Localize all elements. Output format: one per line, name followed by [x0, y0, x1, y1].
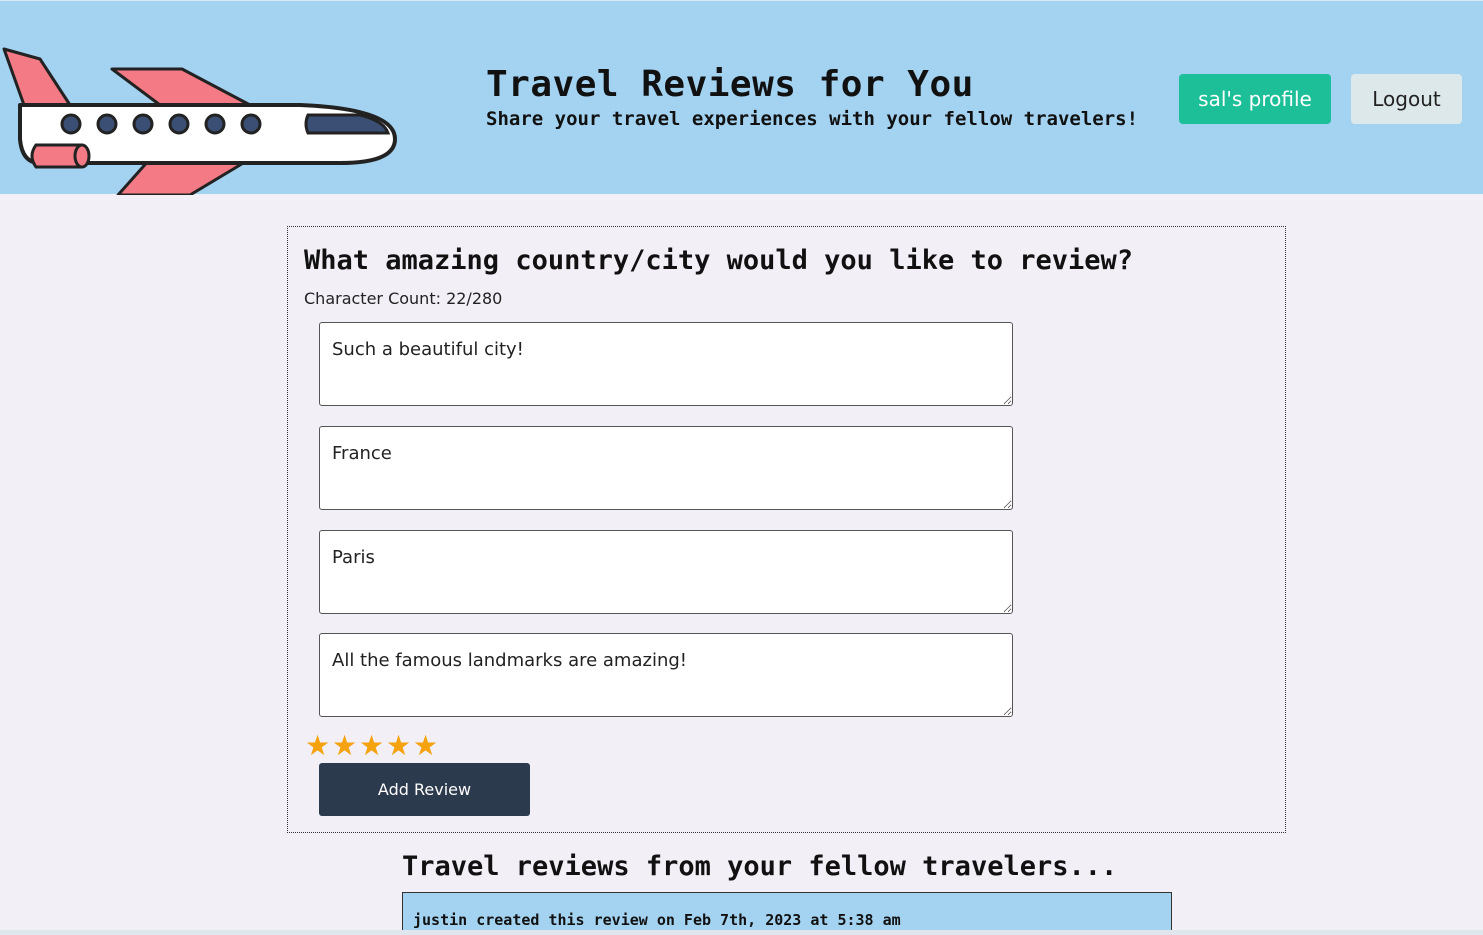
review-text-field[interactable]: Such a beautiful city! [319, 322, 1013, 406]
title-block: Travel Reviews for You Share your travel… [486, 63, 1138, 131]
star-icon[interactable]: ★ [331, 732, 358, 760]
horizontal-scrollbar[interactable] [0, 930, 1483, 935]
site-header: Travel Reviews for You Share your travel… [0, 0, 1483, 195]
highlights-field[interactable]: All the famous landmarks are amazing! [319, 633, 1013, 717]
review-form: What amazing country/city would you like… [287, 226, 1286, 833]
reviews-heading: Travel reviews from your fellow traveler… [402, 851, 1118, 882]
character-count: Character Count: 22/280 [304, 289, 503, 308]
review-card: justin created this review on Feb 7th, 2… [402, 892, 1172, 935]
airplane-icon [2, 47, 397, 195]
city-field[interactable]: Paris [319, 530, 1013, 614]
star-icon[interactable]: ★ [358, 732, 385, 760]
add-review-button[interactable]: Add Review [319, 763, 530, 816]
logout-button[interactable]: Logout [1351, 74, 1462, 124]
star-icon[interactable]: ★ [304, 732, 331, 760]
form-heading: What amazing country/city would you like… [304, 245, 1134, 276]
star-rating: ★ ★ ★ ★ ★ [304, 732, 439, 760]
star-icon[interactable]: ★ [412, 732, 439, 760]
site-title: Travel Reviews for You [486, 64, 974, 105]
review-meta: justin created this review on Feb 7th, 2… [413, 911, 901, 929]
country-field[interactable]: France [319, 426, 1013, 510]
site-subtitle: Share your travel experiences with your … [486, 108, 1139, 130]
profile-button[interactable]: sal's profile [1179, 74, 1331, 124]
star-icon[interactable]: ★ [385, 732, 412, 760]
